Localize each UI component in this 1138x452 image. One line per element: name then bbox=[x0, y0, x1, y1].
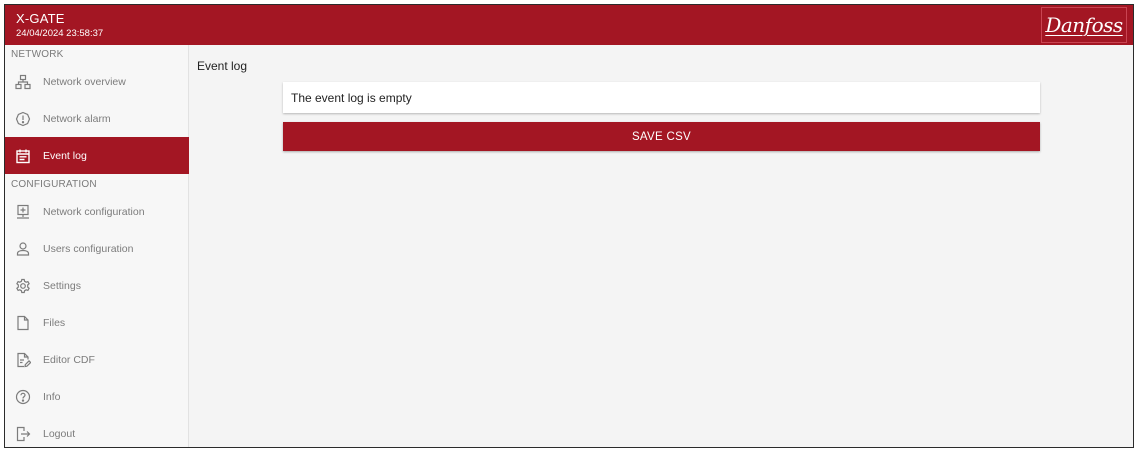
edit-file-icon bbox=[15, 352, 31, 368]
sidebar: NETWORK Network overview Network alarm E… bbox=[5, 45, 189, 447]
event-log-empty-message: The event log is empty bbox=[283, 82, 1040, 113]
app-title: X-GATE bbox=[16, 11, 65, 26]
network-config-icon bbox=[15, 204, 31, 220]
event-log-icon bbox=[15, 148, 31, 164]
page-title: Event log bbox=[197, 59, 248, 73]
sidebar-item-users-configuration[interactable]: Users configuration bbox=[5, 230, 189, 267]
section-label-configuration: CONFIGURATION bbox=[11, 179, 97, 190]
sidebar-item-label: Network alarm bbox=[43, 112, 111, 125]
sidebar-item-label: Settings bbox=[43, 279, 81, 292]
sidebar-item-label: Editor CDF bbox=[43, 353, 95, 366]
sidebar-item-label: Event log bbox=[43, 149, 87, 162]
save-csv-button[interactable]: SAVE CSV bbox=[283, 122, 1040, 151]
sidebar-item-label: Users configuration bbox=[43, 242, 134, 255]
section-label-network: NETWORK bbox=[11, 49, 64, 60]
file-icon bbox=[15, 315, 31, 331]
sidebar-item-info[interactable]: Info bbox=[5, 378, 189, 415]
sidebar-item-label: Logout bbox=[43, 427, 76, 440]
sidebar-item-editor-cdf[interactable]: Editor CDF bbox=[5, 341, 189, 378]
sidebar-item-network-configuration[interactable]: Network configuration bbox=[5, 193, 189, 230]
brand-logo: Danfoss bbox=[1041, 7, 1127, 43]
sidebar-item-label: Files bbox=[43, 316, 66, 329]
sidebar-item-network-alarm[interactable]: Network alarm bbox=[5, 100, 189, 137]
sidebar-item-event-log[interactable]: Event log bbox=[5, 137, 189, 174]
sidebar-item-label: Network configuration bbox=[43, 205, 145, 218]
sidebar-item-label: Network overview bbox=[43, 75, 126, 88]
alarm-icon bbox=[15, 111, 31, 127]
sidebar-item-settings[interactable]: Settings bbox=[5, 267, 189, 304]
network-icon bbox=[15, 74, 31, 90]
user-icon bbox=[15, 241, 31, 257]
sidebar-item-logout[interactable]: Logout bbox=[5, 415, 189, 447]
app-window: X-GATE 24/04/2024 23:58:37 Danfoss NETWO… bbox=[4, 4, 1134, 448]
gear-icon bbox=[15, 278, 31, 294]
sidebar-item-label: Info bbox=[43, 390, 61, 403]
sidebar-item-network-overview[interactable]: Network overview bbox=[5, 63, 189, 100]
header-datetime: 24/04/2024 23:58:37 bbox=[16, 28, 104, 39]
help-icon bbox=[15, 389, 31, 405]
logo-text: Danfoss bbox=[1045, 13, 1123, 37]
logout-icon bbox=[15, 426, 31, 442]
top-bar: X-GATE 24/04/2024 23:58:37 Danfoss bbox=[5, 5, 1133, 45]
sidebar-item-files[interactable]: Files bbox=[5, 304, 189, 341]
main-content: Event log The event log is empty SAVE CS… bbox=[190, 45, 1133, 447]
